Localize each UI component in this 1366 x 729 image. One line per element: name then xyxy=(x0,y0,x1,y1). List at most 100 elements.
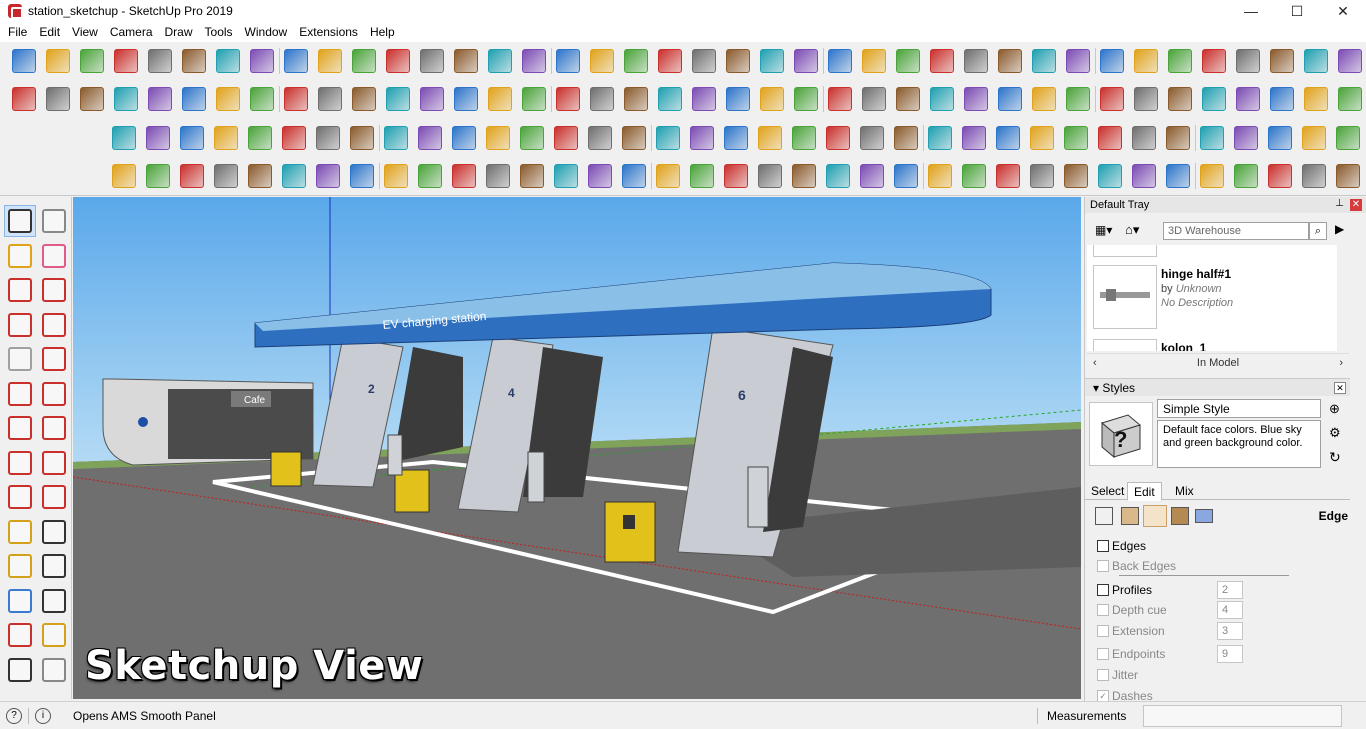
toolbar-tool-icon[interactable] xyxy=(1336,164,1360,188)
toolbar-tool-icon[interactable] xyxy=(1304,49,1328,73)
toolbar-tool-icon[interactable] xyxy=(454,87,478,111)
in-model-label[interactable]: In Model xyxy=(1197,357,1239,369)
left-tool-icon[interactable] xyxy=(42,588,66,613)
menu-camera[interactable]: Camera xyxy=(104,22,159,42)
toolbar-tool-icon[interactable] xyxy=(146,164,170,188)
tab-mix[interactable]: Mix xyxy=(1169,482,1200,501)
back-edges-checkbox[interactable] xyxy=(1097,560,1109,572)
toolbar-tool-icon[interactable] xyxy=(80,49,104,73)
back-arrow-icon[interactable]: ‹ xyxy=(1093,354,1097,372)
toolbar-tool-icon[interactable] xyxy=(792,164,816,188)
tab-select[interactable]: Select xyxy=(1085,482,1130,501)
toolbar-tool-icon[interactable] xyxy=(384,164,408,188)
toolbar-tool-icon[interactable] xyxy=(656,164,680,188)
extension-checkbox[interactable] xyxy=(1097,625,1109,637)
depth-cue-value[interactable]: 4 xyxy=(1217,601,1243,619)
left-tool-icon[interactable] xyxy=(8,278,32,302)
toolbar-tool-icon[interactable] xyxy=(1338,49,1362,73)
toolbar-tool-icon[interactable] xyxy=(556,49,580,73)
left-tool-icon[interactable] xyxy=(42,209,66,233)
toolbar-tool-icon[interactable] xyxy=(556,87,580,111)
toolbar-tool-icon[interactable] xyxy=(182,49,206,73)
component-name-2[interactable]: kolon_1 xyxy=(1161,341,1206,351)
toolbar-tool-icon[interactable] xyxy=(896,87,920,111)
toolbar-tool-icon[interactable] xyxy=(148,49,172,73)
toolbar-tool-icon[interactable] xyxy=(1234,164,1258,188)
profiles-value[interactable]: 2 xyxy=(1217,581,1243,599)
toolbar-tool-icon[interactable] xyxy=(146,126,170,150)
toolbar-tool-icon[interactable] xyxy=(690,164,714,188)
toolbar-tool-icon[interactable] xyxy=(418,164,442,188)
toolbar-tool-icon[interactable] xyxy=(46,49,70,73)
measurements-input[interactable] xyxy=(1143,705,1342,727)
left-tool-icon[interactable] xyxy=(8,312,32,337)
toolbar-tool-icon[interactable] xyxy=(248,126,272,150)
toolbar-tool-icon[interactable] xyxy=(282,126,306,150)
toolbar-tool-icon[interactable] xyxy=(998,49,1022,73)
toolbar-tool-icon[interactable] xyxy=(590,87,614,111)
face-settings-icon[interactable] xyxy=(1121,507,1139,525)
toolbar-tool-icon[interactable] xyxy=(214,126,238,150)
toolbar-tool-icon[interactable] xyxy=(1236,87,1260,111)
toolbar-tool-icon[interactable] xyxy=(760,49,784,73)
left-tool-icon[interactable] xyxy=(8,381,32,406)
toolbar-tool-icon[interactable] xyxy=(1234,126,1258,150)
edges-setting[interactable]: Edges xyxy=(1097,539,1146,553)
tray-scrollbar[interactable] xyxy=(1353,219,1366,697)
toolbar-tool-icon[interactable] xyxy=(520,126,544,150)
toolbar-tool-icon[interactable] xyxy=(726,87,750,111)
toolbar-tool-icon[interactable] xyxy=(522,49,546,73)
toolbar-tool-icon[interactable] xyxy=(488,87,512,111)
toolbar-tool-icon[interactable] xyxy=(384,126,408,150)
search-icon[interactable]: ⌕ xyxy=(1309,222,1327,240)
toolbar-tool-icon[interactable] xyxy=(250,49,274,73)
toolbar-tool-icon[interactable] xyxy=(998,87,1022,111)
back-edges-setting[interactable]: Back Edges xyxy=(1097,559,1176,573)
toolbar-tool-icon[interactable] xyxy=(1132,126,1156,150)
toolbar-tool-icon[interactable] xyxy=(1030,126,1054,150)
toolbar-tool-icon[interactable] xyxy=(318,87,342,111)
style-thumbnail[interactable]: ? xyxy=(1089,402,1153,466)
home-icon[interactable]: ⌂▾ xyxy=(1125,222,1155,240)
toolbar-tool-icon[interactable] xyxy=(452,126,476,150)
toolbar-tool-icon[interactable] xyxy=(690,126,714,150)
toolbar-tool-icon[interactable] xyxy=(80,87,104,111)
left-tool-icon[interactable] xyxy=(8,243,32,268)
toolbar-tool-icon[interactable] xyxy=(1168,87,1192,111)
edges-checkbox[interactable] xyxy=(1097,540,1109,552)
toolbar-tool-icon[interactable] xyxy=(588,126,612,150)
toolbar-tool-icon[interactable] xyxy=(1236,49,1260,73)
toolbar-tool-icon[interactable] xyxy=(828,49,852,73)
toolbar-tool-icon[interactable] xyxy=(996,126,1020,150)
toolbar-tool-icon[interactable] xyxy=(420,49,444,73)
model-viewport[interactable]: Cafe 2 4 6 EV charging station Sketchup … xyxy=(73,197,1081,699)
toolbar-tool-icon[interactable] xyxy=(792,126,816,150)
toolbar-tool-icon[interactable] xyxy=(1134,49,1158,73)
toolbar-tool-icon[interactable] xyxy=(758,126,782,150)
modeling-settings-icon[interactable] xyxy=(1195,509,1213,523)
toolbar-tool-icon[interactable] xyxy=(1064,164,1088,188)
toolbar-tool-icon[interactable] xyxy=(624,49,648,73)
toolbar-tool-icon[interactable] xyxy=(112,164,136,188)
pin-icon[interactable]: ⊥ xyxy=(1335,198,1344,209)
toolbar-tool-icon[interactable] xyxy=(860,126,884,150)
toolbar-tool-icon[interactable] xyxy=(692,49,716,73)
toolbar-tool-icon[interactable] xyxy=(352,87,376,111)
toolbar-tool-icon[interactable] xyxy=(350,126,374,150)
toolbar-tool-icon[interactable] xyxy=(12,49,36,73)
toolbar-tool-icon[interactable] xyxy=(12,87,36,111)
styles-close-button[interactable]: ✕ xyxy=(1334,382,1346,394)
toolbar-tool-icon[interactable] xyxy=(724,126,748,150)
toolbar-tool-icon[interactable] xyxy=(486,126,510,150)
menu-edit[interactable]: Edit xyxy=(33,22,66,42)
toolbar-tool-icon[interactable] xyxy=(250,87,274,111)
profiles-setting[interactable]: Profiles xyxy=(1097,583,1152,597)
toolbar-tool-icon[interactable] xyxy=(692,87,716,111)
toolbar-tool-icon[interactable] xyxy=(182,87,206,111)
styles-panel-header[interactable]: ▾ Styles ✕ xyxy=(1085,378,1350,396)
update-style-icon[interactable]: ⚙ xyxy=(1329,425,1341,441)
toolbar-tool-icon[interactable] xyxy=(1100,49,1124,73)
left-tool-icon[interactable] xyxy=(42,519,66,544)
left-tool-icon[interactable] xyxy=(42,278,66,302)
component-thumbnail[interactable] xyxy=(1093,265,1157,329)
